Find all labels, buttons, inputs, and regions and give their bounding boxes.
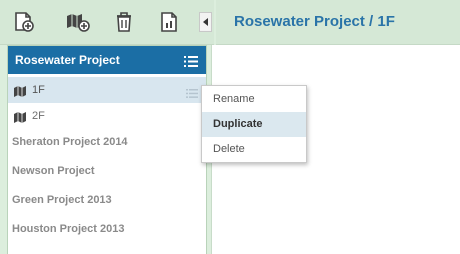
report-document-icon [161, 12, 177, 32]
chevron-left-icon [202, 18, 208, 26]
map-icon [14, 110, 27, 128]
project-item[interactable]: Green Project 2013 [8, 187, 206, 215]
project-label: Newson Project [12, 165, 95, 177]
floor-label: 1F [32, 84, 45, 96]
duplicate-menu-item[interactable]: Duplicate [202, 112, 306, 137]
project-label: Green Project 2013 [12, 194, 112, 206]
project-item[interactable]: Sheraton Project 2014 [8, 129, 206, 157]
content-header: Rosewater Project / 1F [216, 0, 460, 45]
project-title: Rosewater Project [15, 53, 120, 67]
trash-icon [117, 12, 131, 32]
sidebar: Rosewater Project 1F 2F Sheraton Project… [7, 45, 207, 254]
report-button[interactable] [156, 9, 182, 35]
delete-menu-item[interactable]: Delete [202, 137, 306, 162]
map-icon [14, 84, 27, 102]
floor-menu-icon[interactable] [186, 85, 198, 103]
collapse-sidebar-button[interactable] [199, 12, 212, 32]
delete-label: Delete [213, 143, 245, 155]
toolbar [0, 0, 214, 45]
page-title: Rosewater Project / 1F [234, 13, 395, 30]
delete-button[interactable] [111, 9, 137, 35]
context-menu: Rename Duplicate Delete [201, 85, 307, 163]
duplicate-label: Duplicate [213, 118, 263, 130]
floor-item-1f[interactable]: 1F [8, 77, 206, 103]
add-document-icon [15, 12, 34, 32]
project-item[interactable]: Newson Project [8, 158, 206, 186]
sidebar-project-header[interactable]: Rosewater Project [8, 46, 206, 74]
floor-item-2f[interactable]: 2F [8, 103, 206, 129]
rename-menu-item[interactable]: Rename [202, 87, 306, 112]
add-document-button[interactable] [11, 9, 37, 35]
project-label: Houston Project 2013 [12, 223, 125, 235]
add-floor-map-button[interactable] [65, 9, 91, 35]
project-item[interactable]: Houston Project 2013 [8, 216, 206, 244]
floor-label: 2F [32, 110, 45, 122]
rename-label: Rename [213, 93, 255, 105]
list-menu-icon[interactable] [184, 54, 198, 72]
map-add-icon [67, 14, 90, 32]
project-label: Sheraton Project 2014 [12, 136, 128, 148]
